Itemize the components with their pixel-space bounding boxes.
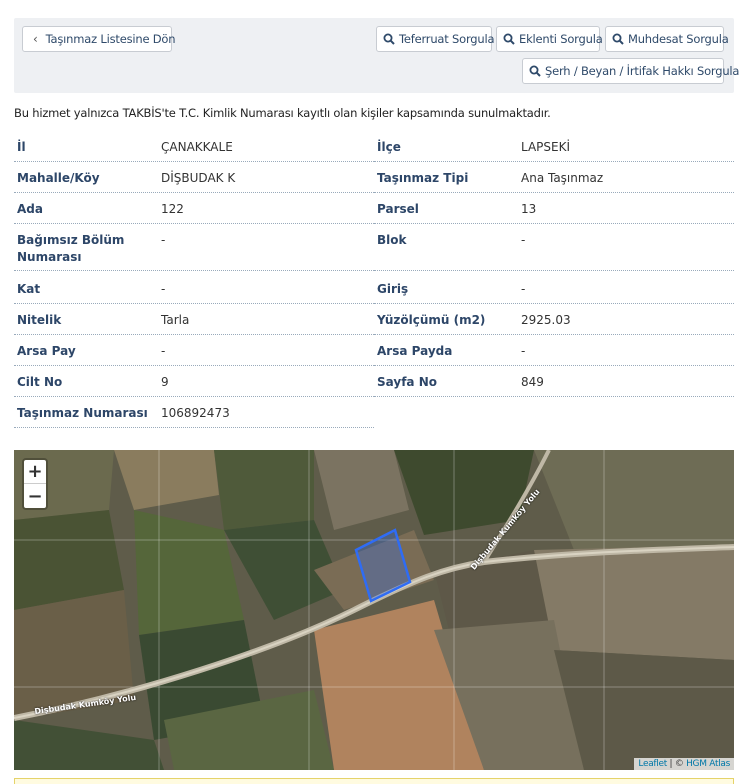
nitelik-value: Tarla (161, 313, 190, 327)
field-row-parsel: Parsel 13 (374, 196, 734, 224)
sayfa-label: Sayfa No (377, 375, 437, 389)
field-row-ilce: İlçe LAPSEKİ (374, 134, 734, 162)
blok-value: - (521, 233, 526, 247)
mahalle-value: DİŞBUDAK K (161, 171, 236, 185)
arsa-payda-label: Arsa Payda (377, 344, 453, 358)
field-row-tip: Taşınmaz Tipi Ana Taşınmaz (374, 165, 734, 193)
bagimsiz-label: Bağımsız Bölüm Numarası (17, 233, 125, 264)
search-icon (529, 65, 541, 77)
cilt-label: Cilt No (17, 375, 63, 389)
arsa-pay-value: - (161, 344, 166, 358)
eklenti-label: Eklenti Sorgula (519, 32, 603, 46)
leaflet-link[interactable]: Leaflet (638, 759, 667, 769)
cilt-value: 9 (161, 375, 169, 389)
tip-label: Taşınmaz Tipi (377, 171, 469, 185)
field-row-cilt: Cilt No 9 (14, 369, 374, 397)
giris-value: - (521, 282, 526, 296)
parsel-label: Parsel (377, 202, 419, 216)
sayfa-value: 849 (521, 375, 544, 389)
service-notice: Bu hizmet yalnızca TAKBİS'te T.C. Kimlik… (14, 106, 551, 120)
satellite-imagery (14, 450, 734, 770)
ilce-value: LAPSEKİ (521, 140, 571, 154)
field-row-sayfa: Sayfa No 849 (374, 369, 734, 397)
field-row-mahalle: Mahalle/Köy DİŞBUDAK K (14, 165, 374, 193)
map-attribution: Leaflet | © HGM Atlas (634, 758, 734, 770)
field-row-ada: Ada 122 (14, 196, 374, 224)
yuzolcumu-value: 2925.03 (521, 313, 571, 327)
blok-label: Blok (377, 233, 407, 247)
giris-label: Giriş (377, 282, 409, 296)
field-row-il: İl ÇANAKKALE (14, 134, 374, 162)
il-label: İl (17, 140, 26, 154)
back-button-label: Taşınmaz Listesine Dön (45, 32, 176, 46)
arsa-payda-value: - (521, 344, 526, 358)
field-row-kat: Kat - (14, 276, 374, 304)
warning-panel (14, 778, 734, 784)
teferruat-label: Teferruat Sorgula (399, 32, 495, 46)
parsel-value: 13 (521, 202, 537, 216)
numara-value: 106892473 (161, 406, 230, 420)
parcel-map[interactable]: Dişbudak Kumköy Yolu Dişbudak Kumköy Yol… (14, 450, 734, 770)
field-row-numara: Taşınmaz Numarası 106892473 (14, 400, 374, 428)
ada-label: Ada (17, 202, 43, 216)
zoom-in-button[interactable]: + (24, 460, 46, 484)
field-row-giris: Giriş - (374, 276, 734, 304)
field-row-nitelik: Nitelik Tarla (14, 307, 374, 335)
field-row-arsa-payda: Arsa Payda - (374, 338, 734, 366)
muhdesat-label: Muhdesat Sorgula (628, 32, 729, 46)
mahalle-label: Mahalle/Köy (17, 171, 100, 185)
search-icon (383, 33, 395, 45)
teferruat-query-button[interactable]: Teferruat Sorgula (376, 26, 495, 52)
bagimsiz-value: - (161, 233, 166, 247)
numara-label: Taşınmaz Numarası (17, 406, 148, 420)
field-row-blok: Blok - (374, 227, 734, 271)
ada-value: 122 (161, 202, 184, 216)
field-row-yuzolcumu: Yüzölçümü (m2) 2925.03 (374, 307, 734, 335)
kat-value: - (161, 282, 166, 296)
search-icon (612, 33, 624, 45)
arsa-pay-label: Arsa Pay (17, 344, 76, 358)
ilce-label: İlçe (377, 140, 401, 154)
chevron-left-icon: ‹ (33, 32, 38, 46)
eklenti-query-button[interactable]: Eklenti Sorgula (496, 26, 603, 52)
action-toolbar: ‹ Taşınmaz Listesine Dön Teferruat Sorgu… (14, 18, 739, 93)
back-to-list-button[interactable]: ‹ Taşınmaz Listesine Dön (22, 26, 176, 52)
hgm-atlas-link[interactable]: HGM Atlas (686, 759, 730, 769)
search-icon (503, 33, 515, 45)
tip-value: Ana Taşınmaz (521, 171, 604, 185)
il-value: ÇANAKKALE (161, 140, 233, 154)
yuzolcumu-label: Yüzölçümü (m2) (377, 313, 486, 327)
serh-label: Şerh / Beyan / İrtifak Hakkı Sorgula (545, 64, 740, 78)
zoom-control: + − (22, 458, 48, 510)
field-row-arsa-pay: Arsa Pay - (14, 338, 374, 366)
attribution-separator: | © (666, 759, 687, 769)
nitelik-label: Nitelik (17, 313, 62, 327)
kat-label: Kat (17, 282, 41, 296)
zoom-out-button[interactable]: − (24, 484, 46, 508)
muhdesat-query-button[interactable]: Muhdesat Sorgula (605, 26, 729, 52)
serh-beyan-query-button[interactable]: Şerh / Beyan / İrtifak Hakkı Sorgula (522, 58, 739, 84)
field-row-bagimsiz: Bağımsız Bölüm Numarası - (14, 227, 374, 271)
